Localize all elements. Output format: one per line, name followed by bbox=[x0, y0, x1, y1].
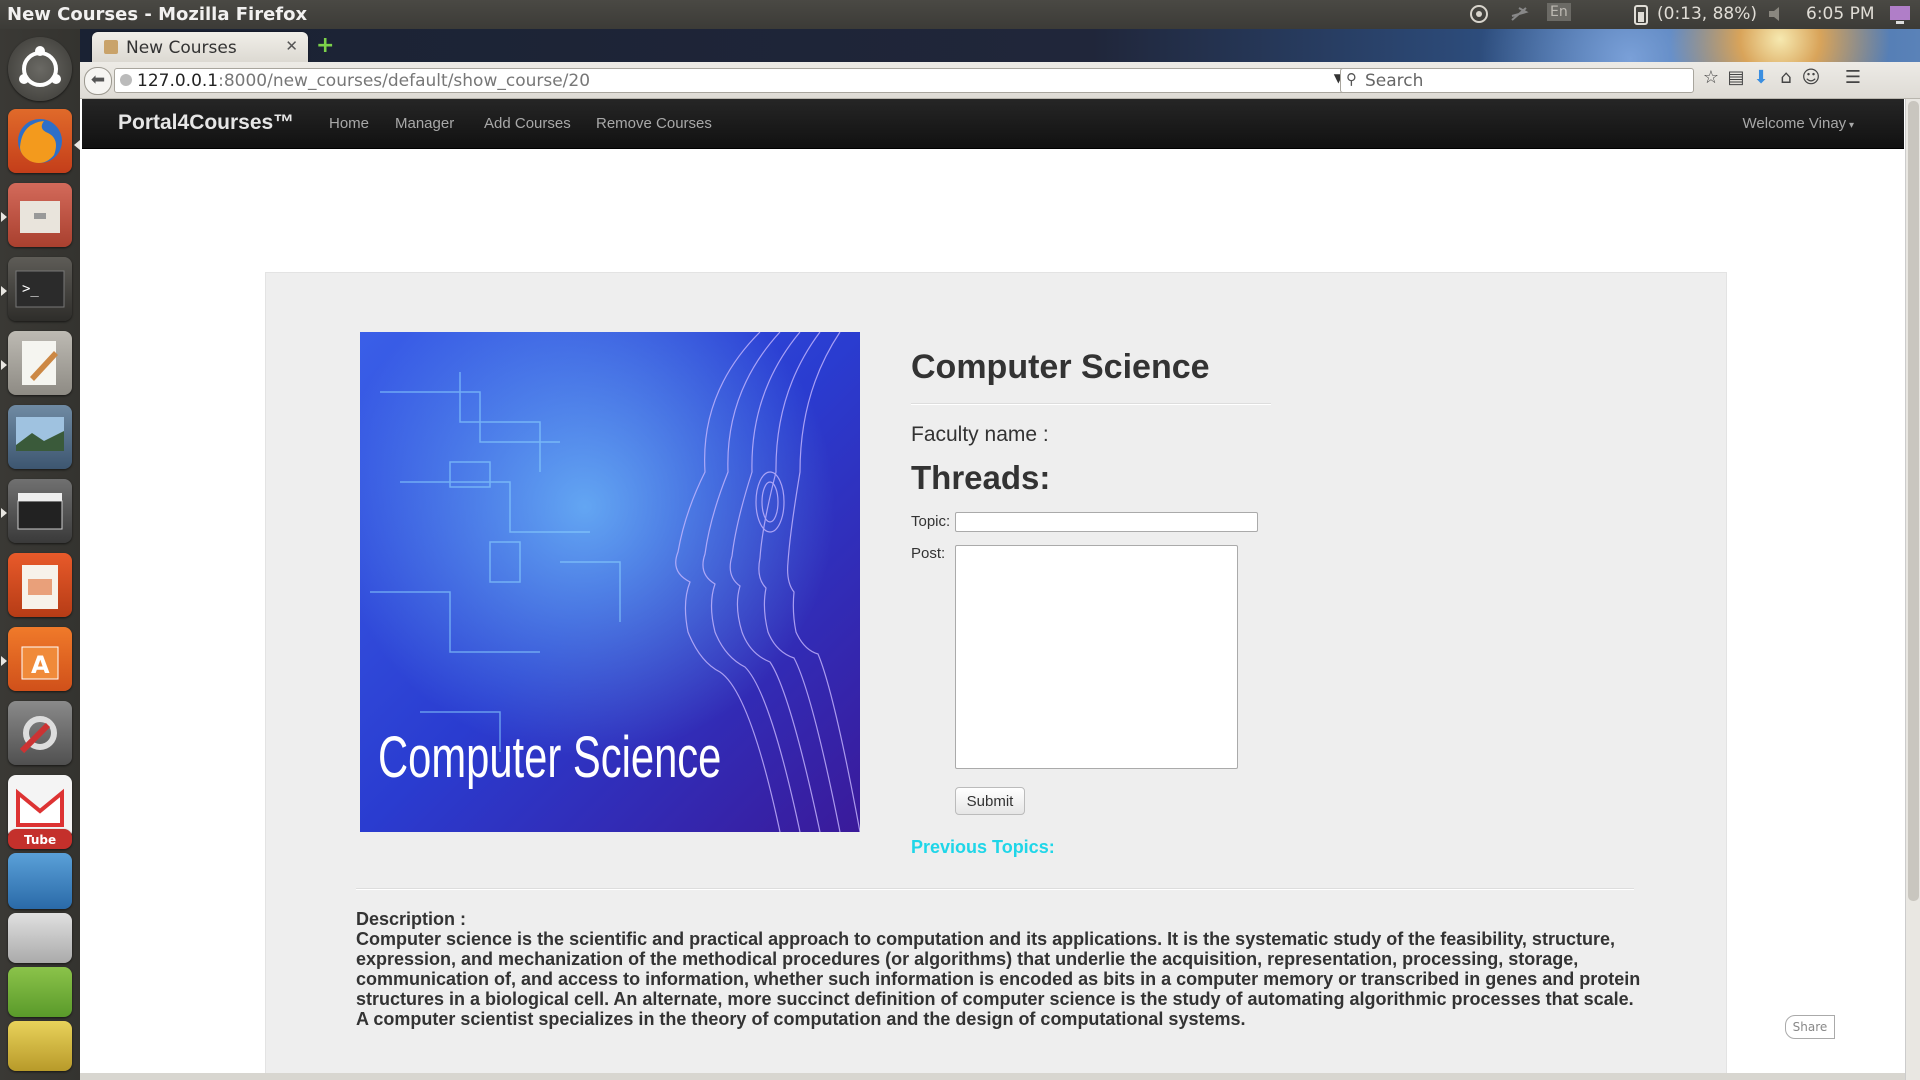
tab-strip: New Courses ✕ + bbox=[80, 29, 1920, 62]
brand-logo[interactable]: Portal4Courses™ bbox=[118, 111, 294, 135]
volume-icon[interactable] bbox=[1766, 4, 1788, 24]
url-bar[interactable]: 127.0.0.1:8000/new_courses/default/show_… bbox=[114, 68, 1366, 93]
svg-text:>_: >_ bbox=[22, 281, 39, 297]
url-text[interactable]: 127.0.0.1:8000/new_courses/default/show_… bbox=[137, 71, 590, 91]
social-icon[interactable]: ☺ bbox=[1798, 67, 1824, 88]
navigation-toolbar: ⬅ 127.0.0.1:8000/new_courses/default/sho… bbox=[80, 62, 1920, 99]
url-host: 127.0.0.1 bbox=[137, 71, 219, 91]
stacked-apps-icon[interactable] bbox=[8, 853, 72, 909]
close-tab-icon[interactable]: ✕ bbox=[285, 37, 298, 55]
presentation-icon[interactable] bbox=[8, 553, 72, 617]
post-textarea[interactable] bbox=[955, 545, 1238, 769]
share-button[interactable]: Share bbox=[1785, 1015, 1835, 1039]
launcher: >_ A Tube bbox=[0, 29, 81, 1080]
nav-manager[interactable]: Manager bbox=[395, 115, 454, 132]
divider bbox=[911, 403, 1271, 405]
svg-text:Tube: Tube bbox=[24, 833, 56, 847]
back-arrow-icon[interactable]: ⬅ bbox=[84, 67, 112, 95]
firefox-window: New Courses ✕ + ⬅ 127.0.0.1:8000/new_cou… bbox=[80, 29, 1920, 1080]
running-indicator bbox=[1, 656, 7, 666]
page-favicon-icon bbox=[104, 40, 118, 54]
description-label: Description : bbox=[356, 909, 467, 929]
nav-remove-courses[interactable]: Remove Courses bbox=[596, 115, 712, 132]
network-icon[interactable] bbox=[1468, 4, 1490, 24]
clock[interactable]: 6:05 PM bbox=[1806, 4, 1875, 24]
running-indicator bbox=[1, 286, 7, 296]
home-icon[interactable]: ⌂ bbox=[1773, 67, 1799, 88]
downloads-icon[interactable]: ⬇ bbox=[1748, 67, 1774, 88]
faculty-name-label: Faculty name : bbox=[911, 423, 1049, 446]
battery-icon[interactable] bbox=[1630, 4, 1652, 25]
svg-text:A: A bbox=[31, 651, 50, 679]
course-title: Computer Science bbox=[911, 348, 1210, 386]
vertical-scrollbar[interactable] bbox=[1905, 99, 1920, 1080]
url-path: :8000/new_courses/default/show_course/20 bbox=[218, 71, 591, 91]
running-indicator bbox=[1, 360, 7, 370]
system-top-panel: New Courses - Mozilla Firefox En (0:13, … bbox=[0, 0, 1920, 29]
topic-label: Topic: bbox=[911, 513, 951, 530]
menu-icon[interactable]: ☰ bbox=[1840, 67, 1866, 88]
software-center-icon[interactable]: A bbox=[8, 627, 72, 691]
page-viewport: Portal4Courses™ Home Manager Add Courses… bbox=[80, 99, 1905, 1080]
keyboard-layout-indicator[interactable]: En bbox=[1547, 3, 1571, 21]
search-placeholder: Search bbox=[1365, 71, 1424, 91]
stacked-apps-icon[interactable] bbox=[8, 967, 72, 1017]
scrollbar-thumb[interactable] bbox=[1908, 101, 1919, 901]
bookmark-star-icon[interactable]: ☆ bbox=[1698, 67, 1724, 88]
search-bar[interactable]: ⚲ Search bbox=[1340, 68, 1694, 93]
search-icon: ⚲ bbox=[1346, 70, 1357, 88]
video-editor-icon[interactable] bbox=[8, 479, 72, 543]
files-icon[interactable] bbox=[8, 183, 72, 247]
divider bbox=[356, 888, 1634, 890]
bluetooth-icon[interactable] bbox=[1508, 4, 1530, 24]
stacked-apps-icon[interactable] bbox=[8, 913, 72, 963]
dash-home-icon[interactable] bbox=[8, 37, 72, 101]
new-tab-icon[interactable]: + bbox=[316, 33, 334, 58]
tab-new-courses[interactable]: New Courses ✕ bbox=[92, 32, 308, 62]
site-navbar: Portal4Courses™ Home Manager Add Courses… bbox=[82, 99, 1904, 149]
nav-home[interactable]: Home bbox=[329, 115, 369, 132]
settings-icon[interactable] bbox=[8, 701, 72, 765]
battery-status[interactable]: (0:13, 88%) bbox=[1657, 4, 1757, 24]
horizontal-scrollbar[interactable] bbox=[80, 1073, 1905, 1080]
image-viewer-icon[interactable] bbox=[8, 405, 72, 469]
reading-list-icon[interactable]: ▤ bbox=[1723, 67, 1749, 88]
user-menu[interactable]: Welcome Vinay ▾ bbox=[1743, 115, 1854, 132]
topic-input[interactable] bbox=[955, 512, 1258, 532]
previous-topics-heading: Previous Topics: bbox=[911, 837, 1055, 857]
caret-down-icon: ▾ bbox=[1846, 120, 1854, 131]
youtube-icon[interactable]: Tube bbox=[8, 829, 72, 849]
post-label: Post: bbox=[911, 545, 946, 562]
description-text: Computer science is the scientific and p… bbox=[356, 929, 1641, 1029]
threads-heading: Threads: bbox=[911, 459, 1051, 496]
terminal-icon[interactable]: >_ bbox=[8, 257, 72, 321]
submit-button[interactable]: Submit bbox=[955, 787, 1025, 815]
text-editor-icon[interactable] bbox=[8, 331, 72, 395]
stacked-apps-icon[interactable] bbox=[8, 1021, 72, 1071]
running-indicator bbox=[1, 212, 7, 222]
course-image-caption: Computer Science bbox=[378, 724, 721, 789]
running-indicator bbox=[1, 508, 7, 518]
course-panel: Computer Science Computer Science Facult… bbox=[265, 272, 1727, 1080]
session-icon[interactable] bbox=[1888, 4, 1910, 24]
user-menu-label: Welcome Vinay bbox=[1742, 115, 1847, 132]
window-title: New Courses - Mozilla Firefox bbox=[7, 4, 308, 25]
firefox-icon[interactable] bbox=[8, 109, 72, 173]
tab-label: New Courses bbox=[126, 38, 237, 58]
site-identity-icon[interactable] bbox=[120, 74, 132, 86]
course-image: Computer Science bbox=[360, 332, 860, 832]
nav-add-courses[interactable]: Add Courses bbox=[484, 115, 571, 132]
